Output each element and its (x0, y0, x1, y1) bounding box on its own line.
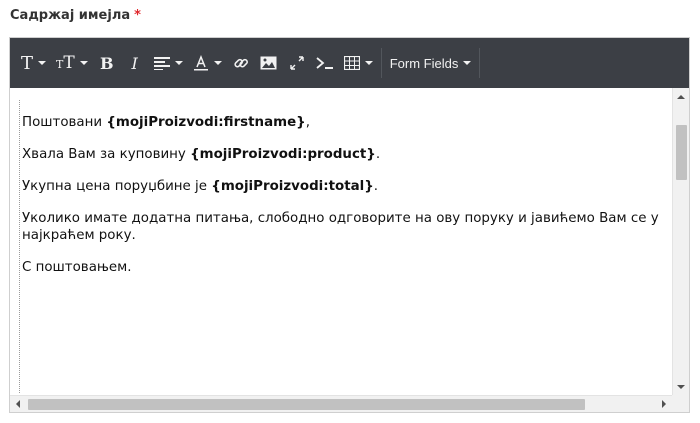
scrollbar-corner (672, 395, 689, 412)
email-body[interactable]: Поштовани {mojiProizvodi:firstname}, Хва… (19, 100, 670, 393)
bold-button[interactable]: B (93, 47, 121, 79)
chevron-down-icon (213, 61, 222, 65)
image-button[interactable] (255, 47, 283, 79)
required-marker: * (134, 8, 141, 23)
font-family-icon: T (21, 52, 34, 74)
scroll-right-icon[interactable] (662, 400, 666, 408)
horizontal-scroll-thumb[interactable] (28, 399, 585, 410)
bold-icon: B (99, 53, 114, 73)
code-view-icon (316, 57, 333, 69)
body-line: Уколико имате додатна питања, слободно о… (22, 211, 659, 243)
scroll-left-icon[interactable] (16, 400, 20, 408)
scroll-down-icon[interactable] (677, 385, 685, 389)
chevron-down-icon (364, 61, 373, 65)
form-fields-label: Form Fields (389, 55, 459, 71)
text-color-dropdown[interactable] (188, 47, 227, 79)
scroll-up-icon[interactable] (677, 95, 685, 99)
link-button[interactable] (227, 47, 255, 79)
body-line: Хвала Вам за куповину {mojiProizvodi:pro… (22, 147, 381, 162)
font-size-dropdown[interactable]: TT (51, 47, 93, 79)
chevron-down-icon (79, 61, 88, 65)
code-view-button[interactable] (311, 47, 339, 79)
editor-toolbar: T TT B I Form Fields (10, 38, 689, 88)
chevron-down-icon (463, 61, 472, 65)
field-label-text: Садржај имејла (10, 8, 131, 23)
table-dropdown[interactable] (339, 47, 378, 79)
link-icon (234, 58, 248, 68)
fullscreen-icon (290, 56, 304, 70)
vertical-scrollbar[interactable] (672, 88, 689, 395)
form-fields-dropdown[interactable]: Form Fields (385, 47, 477, 79)
body-line: Поштовани {mojiProizvodi:firstname}, (22, 115, 310, 130)
field-label: Садржај имејла * (10, 8, 141, 23)
body-line: С поштовањем. (22, 260, 132, 275)
table-icon (343, 56, 360, 70)
editor-content-area[interactable]: Поштовани {mojiProizvodi:firstname}, Хва… (10, 88, 689, 412)
rich-text-editor: T TT B I Form Fields Поштовани {mojiProi… (9, 37, 690, 413)
toolbar-separator (380, 48, 382, 78)
horizontal-scrollbar[interactable] (10, 395, 672, 412)
font-size-icon: TT (56, 53, 75, 73)
merge-tag: {mojiProizvodi:total} (211, 179, 374, 194)
align-icon (153, 57, 170, 70)
vertical-scroll-thumb[interactable] (676, 125, 687, 180)
merge-tag: {mojiProizvodi:firstname} (106, 115, 306, 130)
chevron-down-icon (38, 61, 47, 65)
toolbar-separator (479, 48, 481, 78)
text-color-icon (193, 55, 208, 71)
italic-icon: I (131, 53, 138, 73)
font-family-dropdown[interactable]: T (16, 47, 51, 79)
chevron-down-icon (174, 61, 183, 65)
body-line: Укупна цена поруџбине је {mojiProizvodi:… (22, 179, 379, 194)
merge-tag: {mojiProizvodi:product} (190, 147, 376, 162)
fullscreen-button[interactable] (283, 47, 311, 79)
align-dropdown[interactable] (149, 47, 188, 79)
italic-button[interactable]: I (121, 47, 149, 79)
image-icon (260, 56, 277, 70)
